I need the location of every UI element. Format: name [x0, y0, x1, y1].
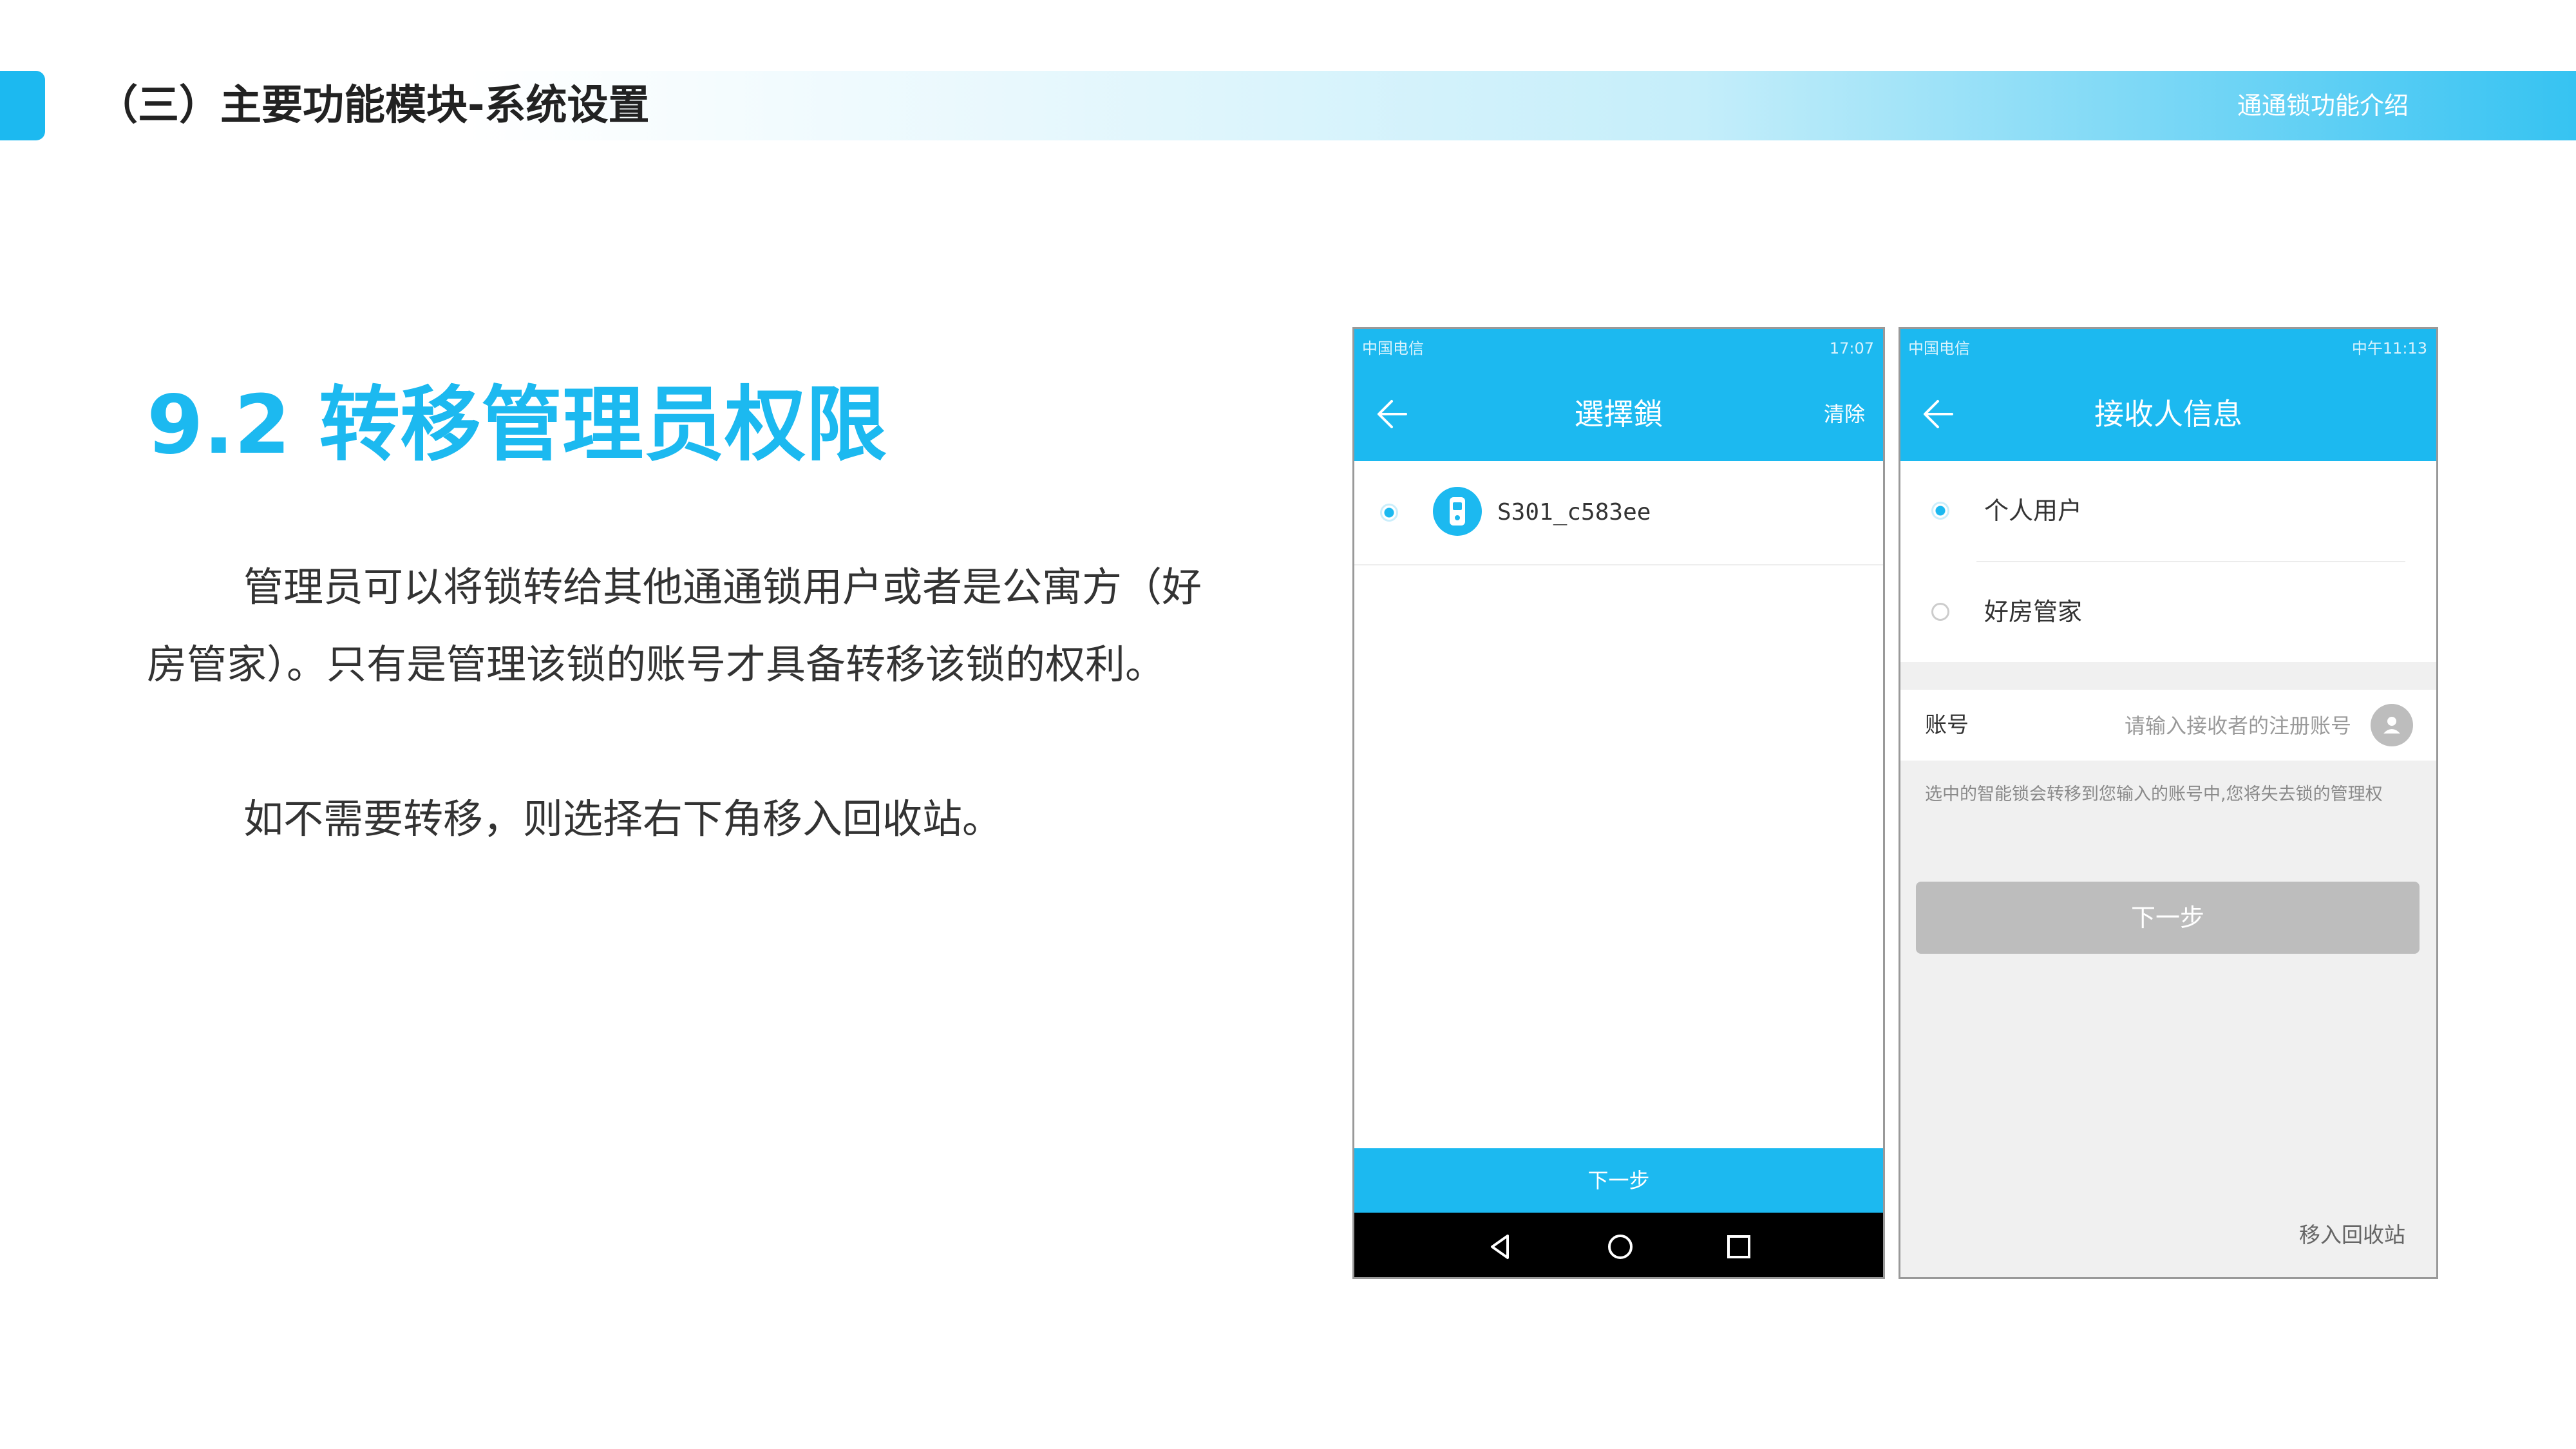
- screen-title: 接收人信息: [2094, 397, 2242, 431]
- phone-screenshot-select-lock: 中国电信 17:07 選擇鎖 清除 S301_c583ee 下一步: [1352, 327, 1885, 1279]
- clear-button[interactable]: 清除: [1824, 368, 1865, 461]
- nav-recent-icon[interactable]: [1721, 1229, 1756, 1264]
- account-field-row: 账号: [1900, 690, 2436, 761]
- option-personal-user[interactable]: 个人用户: [1900, 461, 2436, 562]
- lock-device-icon: [1433, 487, 1482, 536]
- description-paragraph-1: 管理员可以将锁转给其他通通锁用户或者是公寓方（好房管家）。只有是管理该锁的账号才…: [147, 564, 1202, 688]
- next-step-button[interactable]: 下一步: [1916, 882, 2420, 954]
- header-accent-bar: [0, 71, 45, 140]
- title-bar: 接收人信息: [1900, 368, 2436, 461]
- option-housing-manager[interactable]: 好房管家: [1900, 562, 2436, 662]
- status-time: 17:07: [1829, 339, 1874, 357]
- option-label: 个人用户: [1984, 497, 2083, 525]
- status-time: 中午11:13: [2351, 339, 2427, 357]
- radio-checked-icon[interactable]: [1931, 502, 1949, 520]
- account-input[interactable]: [2049, 708, 2353, 744]
- move-to-recycle-bin-link[interactable]: 移入回收站: [2299, 1218, 2405, 1249]
- page-heading: 9.2 转移管理员权限: [147, 377, 887, 472]
- lock-list-item[interactable]: S301_c583ee: [1354, 461, 1883, 565]
- status-bar: 中国电信 17:07: [1354, 329, 1883, 368]
- description-paragraph-2: 如不需要转移，则选择右下角移入回收站。: [243, 795, 1003, 842]
- phone-screenshot-receiver-info: 中国电信 中午11:13 接收人信息 个人用户 好房管家 账号 选中的智能锁会转…: [1899, 327, 2438, 1279]
- receiver-type-options: 个人用户 好房管家: [1900, 461, 2436, 662]
- nav-back-icon[interactable]: [1483, 1229, 1518, 1264]
- section-title: （三）主要功能模块-系统设置: [97, 82, 650, 129]
- option-label: 好房管家: [1984, 598, 2083, 626]
- title-bar: 選擇鎖 清除: [1354, 368, 1883, 461]
- account-label: 账号: [1925, 712, 1969, 738]
- nav-home-icon[interactable]: [1603, 1229, 1638, 1264]
- transfer-hint: 选中的智能锁会转移到您输入的账号中,您将失去锁的管理权: [1925, 784, 2383, 804]
- radio-unchecked-icon[interactable]: [1931, 603, 1949, 621]
- header-right-label: 通通锁功能介绍: [2237, 91, 2409, 120]
- radio-checked-icon[interactable]: [1380, 504, 1398, 522]
- status-bar: 中国电信 中午11:13: [1900, 329, 2436, 368]
- contact-icon[interactable]: [2371, 704, 2413, 746]
- next-step-button[interactable]: 下一步: [1354, 1148, 1883, 1213]
- carrier-label: 中国电信: [1908, 339, 1970, 357]
- lock-name: S301_c583ee: [1497, 499, 1651, 526]
- android-nav-bar: [1354, 1213, 1883, 1277]
- screen-title: 選擇鎖: [1574, 397, 1663, 431]
- carrier-label: 中国电信: [1362, 339, 1424, 357]
